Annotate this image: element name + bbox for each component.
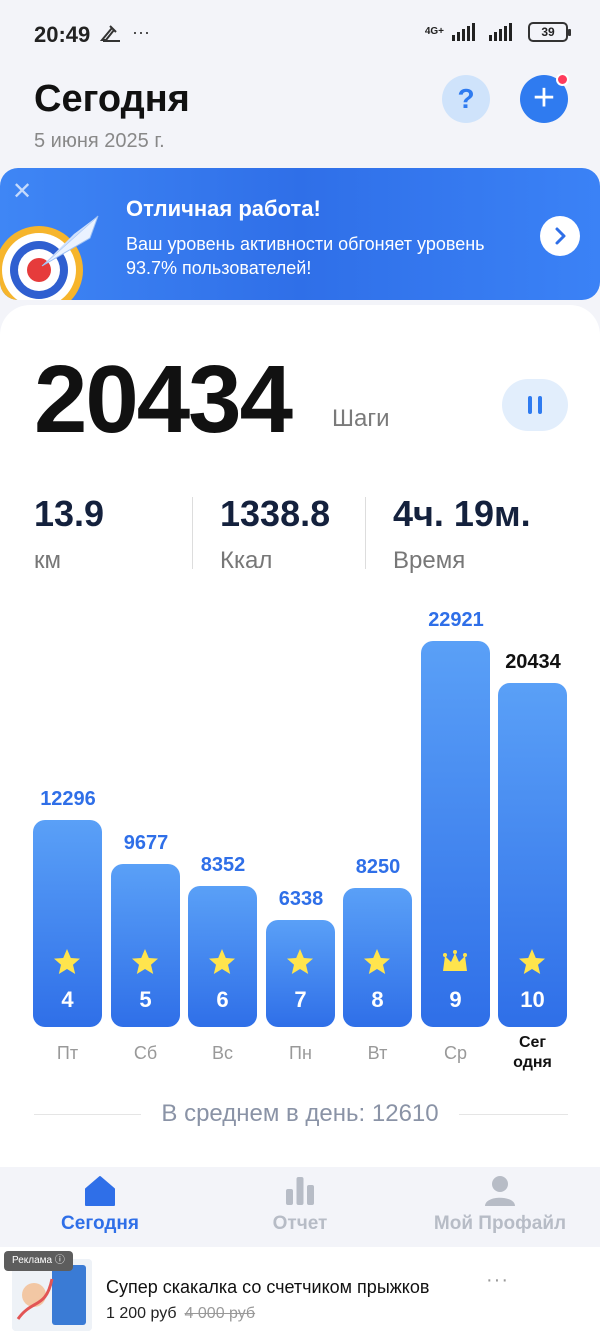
chart-weekday-label: Вт	[367, 1043, 388, 1063]
user-icon	[485, 1176, 515, 1206]
daily-average: В среднем в день: 12610	[141, 1100, 459, 1127]
chart-day-number: 6	[216, 987, 229, 1012]
chart-bar-value: 12296	[40, 788, 96, 810]
nav-label: Отчет	[272, 1213, 328, 1234]
ad-title[interactable]: Супер скакалка со счетчиком прыжков	[106, 1277, 429, 1298]
nav-item-profile[interactable]: Мой Профайл	[430, 1175, 570, 1235]
stat-calories: 1338.8 Ккал	[220, 493, 330, 575]
banner-text: Ваш уровень активности обгоняет уровень …	[126, 234, 485, 278]
chart-bar-value: 22921	[428, 609, 484, 631]
page-title: Сегодня	[34, 78, 190, 120]
steps-count: 20434	[34, 346, 293, 453]
more-notifications-icon: ···	[132, 22, 150, 42]
status-bar: 20:49 ··· 4G+ 39	[0, 0, 600, 70]
star-icon	[517, 947, 547, 977]
star-icon	[130, 947, 160, 977]
home-icon	[85, 1176, 115, 1206]
chart-day-number: 10	[520, 987, 545, 1012]
nav-item-today[interactable]: Сегодня	[60, 1175, 140, 1235]
banner-arrow-button[interactable]	[540, 216, 580, 256]
divider	[365, 497, 366, 569]
chart-bar-value: 20434	[505, 651, 561, 673]
battery-icon: 39	[528, 22, 571, 42]
stat-value: 4ч. 19м.	[393, 493, 531, 534]
app-notification-icon	[100, 24, 120, 42]
chart-bar-value: 9677	[123, 832, 169, 854]
crown-icon	[440, 947, 470, 977]
bottom-nav: Сегодня Отчет Мой Профайл	[0, 1167, 600, 1247]
star-icon	[207, 947, 237, 977]
chevron-right-icon	[555, 227, 566, 245]
nav-item-report[interactable]: Отчет	[260, 1175, 340, 1235]
chart-weekday-label: Сб	[133, 1043, 158, 1063]
nav-label: Мой Профайл	[433, 1213, 567, 1234]
pause-icon	[528, 396, 532, 414]
steps-unit: Шаги	[332, 405, 390, 432]
chart-day-number: 7	[294, 987, 307, 1012]
ad-banner[interactable]: Реклама ⓘ Супер скакалка со счетчиком пр…	[0, 1247, 600, 1333]
network-type: 4G+	[424, 26, 444, 37]
status-time: 20:49	[34, 22, 91, 47]
help-button[interactable]: ?	[442, 75, 490, 123]
pause-button[interactable]	[502, 379, 568, 431]
chart-bar-value: 8250	[355, 856, 401, 878]
chart-weekday-label: Пн	[289, 1043, 312, 1063]
ad-current-price: 1 200 руб	[106, 1305, 177, 1322]
signal-icon	[452, 23, 475, 41]
chart-weekday-label: Сег одня	[513, 1034, 552, 1071]
chart-bar-value: 6338	[278, 888, 324, 910]
stat-time: 4ч. 19м. Время	[393, 493, 531, 575]
stat-label: Время	[393, 547, 466, 574]
stat-label: км	[34, 547, 61, 574]
chart-day-number: 4	[61, 987, 74, 1012]
signal-icon-2	[489, 23, 512, 41]
weekly-steps-chart: 12296 4 Пт 9677 5 Сб 8352 6 Вс 6338 7 Пн 8250 8 Вт 2292…	[0, 605, 600, 1095]
star-icon	[52, 947, 82, 977]
more-options-icon[interactable]: ···	[486, 1269, 509, 1292]
chart-day-number: 9	[449, 987, 462, 1012]
banner-title: Отличная работа!	[126, 196, 321, 221]
chart-bar-value: 8352	[200, 854, 246, 876]
achievement-banner[interactable]: ✕ Отличная работа! Ваш уровень активност…	[0, 168, 600, 300]
ad-price: 1 200 руб 4 000 руб	[106, 1305, 255, 1323]
star-icon	[362, 947, 392, 977]
chart-weekday-label: Ср	[443, 1043, 467, 1063]
ad-badge[interactable]: Реклама ⓘ	[4, 1251, 73, 1271]
divider	[192, 497, 193, 569]
nav-label: Сегодня	[61, 1213, 139, 1234]
star-icon	[285, 947, 315, 977]
chart-day-number: 8	[371, 987, 384, 1012]
steps-card: 20434 Шаги 13.9 км 1338.8 Ккал 4ч. 19м. …	[0, 305, 600, 1167]
chart-weekday-label: Пт	[56, 1043, 79, 1063]
bar-chart-icon	[286, 1177, 314, 1205]
page-date: 5 июня 2025 г.	[34, 130, 165, 152]
stat-label: Ккал	[220, 547, 273, 574]
stat-value: 1338.8	[220, 493, 331, 534]
close-icon[interactable]: ✕	[12, 180, 32, 204]
chart-weekday-label: Вс	[211, 1043, 233, 1063]
target-icon	[0, 215, 99, 300]
stat-value: 13.9	[34, 493, 105, 534]
notification-dot	[556, 73, 569, 86]
stat-distance: 13.9 км	[34, 493, 104, 575]
chart-day-number: 5	[139, 987, 152, 1012]
ad-old-price: 4 000 руб	[184, 1305, 256, 1322]
